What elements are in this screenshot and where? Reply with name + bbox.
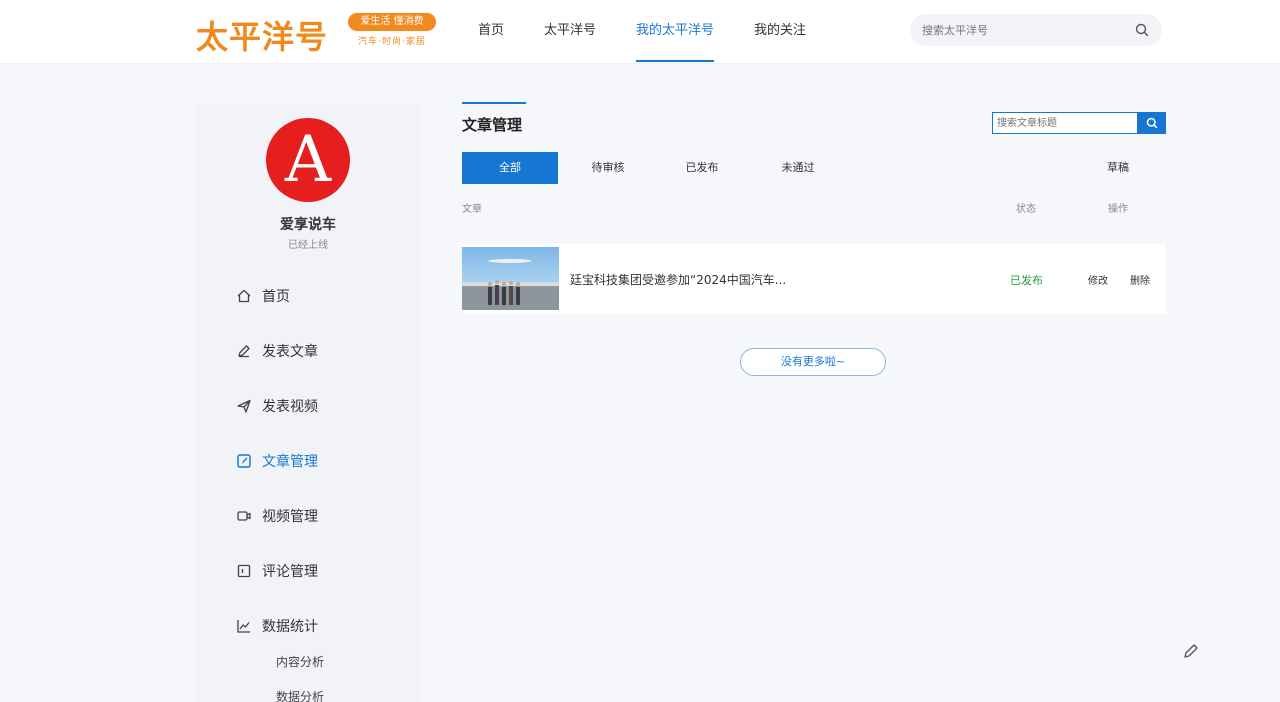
article-manage-icon xyxy=(237,454,251,468)
sidebar: A 爱享说车 已经上线 首页 发表文章 发表视频 文章管理 视频管理 评论管理 … xyxy=(196,104,420,702)
nav-home[interactable]: 首页 xyxy=(478,0,504,62)
avatar-letter: A xyxy=(284,123,332,197)
article-thumbnail[interactable] xyxy=(462,247,559,310)
page-title: 文章管理 xyxy=(462,116,523,134)
article-search-box xyxy=(992,112,1166,134)
user-status: 已经上线 xyxy=(288,240,328,251)
sidebar-item-publish-article[interactable]: 发表文章 xyxy=(236,339,396,363)
tab-all[interactable]: 全部 xyxy=(462,152,558,184)
logo-slogan: 爱生活 懂消费 xyxy=(348,13,436,31)
nav-pconline-hao[interactable]: 太平洋号 xyxy=(544,0,596,62)
table-row: 廷宝科技集团受邀参加“2024中国汽车... 已发布 修改 删除 xyxy=(462,244,1166,314)
home-icon xyxy=(237,289,251,303)
sidebar-item-article-manage[interactable]: 文章管理 xyxy=(236,449,396,473)
top-search-input[interactable] xyxy=(922,20,1122,40)
sidebar-item-label: 发表视频 xyxy=(262,399,318,415)
column-header-article: 文章 xyxy=(462,204,482,215)
column-header-status: 状态 xyxy=(1016,204,1036,215)
sidebar-item-video-manage[interactable]: 视频管理 xyxy=(236,504,396,528)
load-more-button[interactable]: 没有更多啦~ xyxy=(740,348,886,376)
avatar[interactable]: A xyxy=(266,118,350,202)
sidebar-item-label: 数据统计 xyxy=(262,619,318,635)
column-header-actions: 操作 xyxy=(1108,204,1128,215)
tab-rejected[interactable]: 未通过 xyxy=(750,152,846,184)
sidebar-item-label: 首页 xyxy=(262,289,290,305)
sidebar-item-label: 评论管理 xyxy=(262,564,318,580)
search-icon xyxy=(1146,117,1157,129)
sidebar-item-comment-manage[interactable]: 评论管理 xyxy=(236,559,396,583)
nav-my-follow[interactable]: 我的关注 xyxy=(754,0,806,62)
edit-button[interactable]: 修改 xyxy=(1088,272,1108,287)
sidebar-item-statistics[interactable]: 数据统计 xyxy=(236,614,396,638)
article-title-link[interactable]: 廷宝科技集团受邀参加“2024中国汽车... xyxy=(570,271,870,288)
user-name: 爱享说车 xyxy=(280,217,336,233)
sidebar-item-label: 文章管理 xyxy=(262,454,318,470)
thumbnail-image xyxy=(462,259,559,310)
top-search-box xyxy=(910,14,1162,46)
site-logo[interactable]: 太平洋号 爱生活 懂消费 汽车·时尚·家居 xyxy=(196,10,441,56)
tab-pending[interactable]: 待审核 xyxy=(560,152,656,184)
top-header: 太平洋号 爱生活 懂消费 汽车·时尚·家居 首页 太平洋号 我的太平洋号 我的关… xyxy=(0,0,1280,64)
floating-edit-icon[interactable] xyxy=(1180,640,1202,662)
logo-subtitle: 汽车·时尚·家居 xyxy=(358,37,426,47)
section-indicator xyxy=(462,102,526,104)
logo-text: 太平洋号 xyxy=(196,18,329,56)
sidebar-subitem-content-analysis[interactable]: 内容分析 xyxy=(276,653,324,670)
article-search-button[interactable] xyxy=(1137,112,1166,134)
nav-my-hao[interactable]: 我的太平洋号 xyxy=(636,0,715,62)
sidebar-item-publish-video[interactable]: 发表视频 xyxy=(236,394,396,418)
chart-icon xyxy=(237,620,250,633)
main-content: 文章管理 全部 待审核 已发布 未通过 草稿 文章 状态 操作 xyxy=(440,86,1188,702)
sidebar-item-label: 发表文章 xyxy=(262,344,318,360)
tab-drafts[interactable]: 草稿 xyxy=(1080,152,1156,184)
status-badge: 已发布 xyxy=(1010,274,1043,287)
sidebar-item-label: 视频管理 xyxy=(262,509,318,525)
pen-icon xyxy=(238,345,250,358)
send-icon xyxy=(237,399,251,413)
video-icon xyxy=(237,511,251,521)
search-icon[interactable] xyxy=(1134,22,1150,38)
delete-button[interactable]: 删除 xyxy=(1130,272,1150,287)
article-search-input[interactable] xyxy=(997,115,1133,131)
sidebar-subitem-data-analysis[interactable]: 数据分析 xyxy=(276,688,324,702)
comment-icon xyxy=(237,564,251,578)
sidebar-item-home[interactable]: 首页 xyxy=(236,284,396,308)
tab-published[interactable]: 已发布 xyxy=(654,152,750,184)
